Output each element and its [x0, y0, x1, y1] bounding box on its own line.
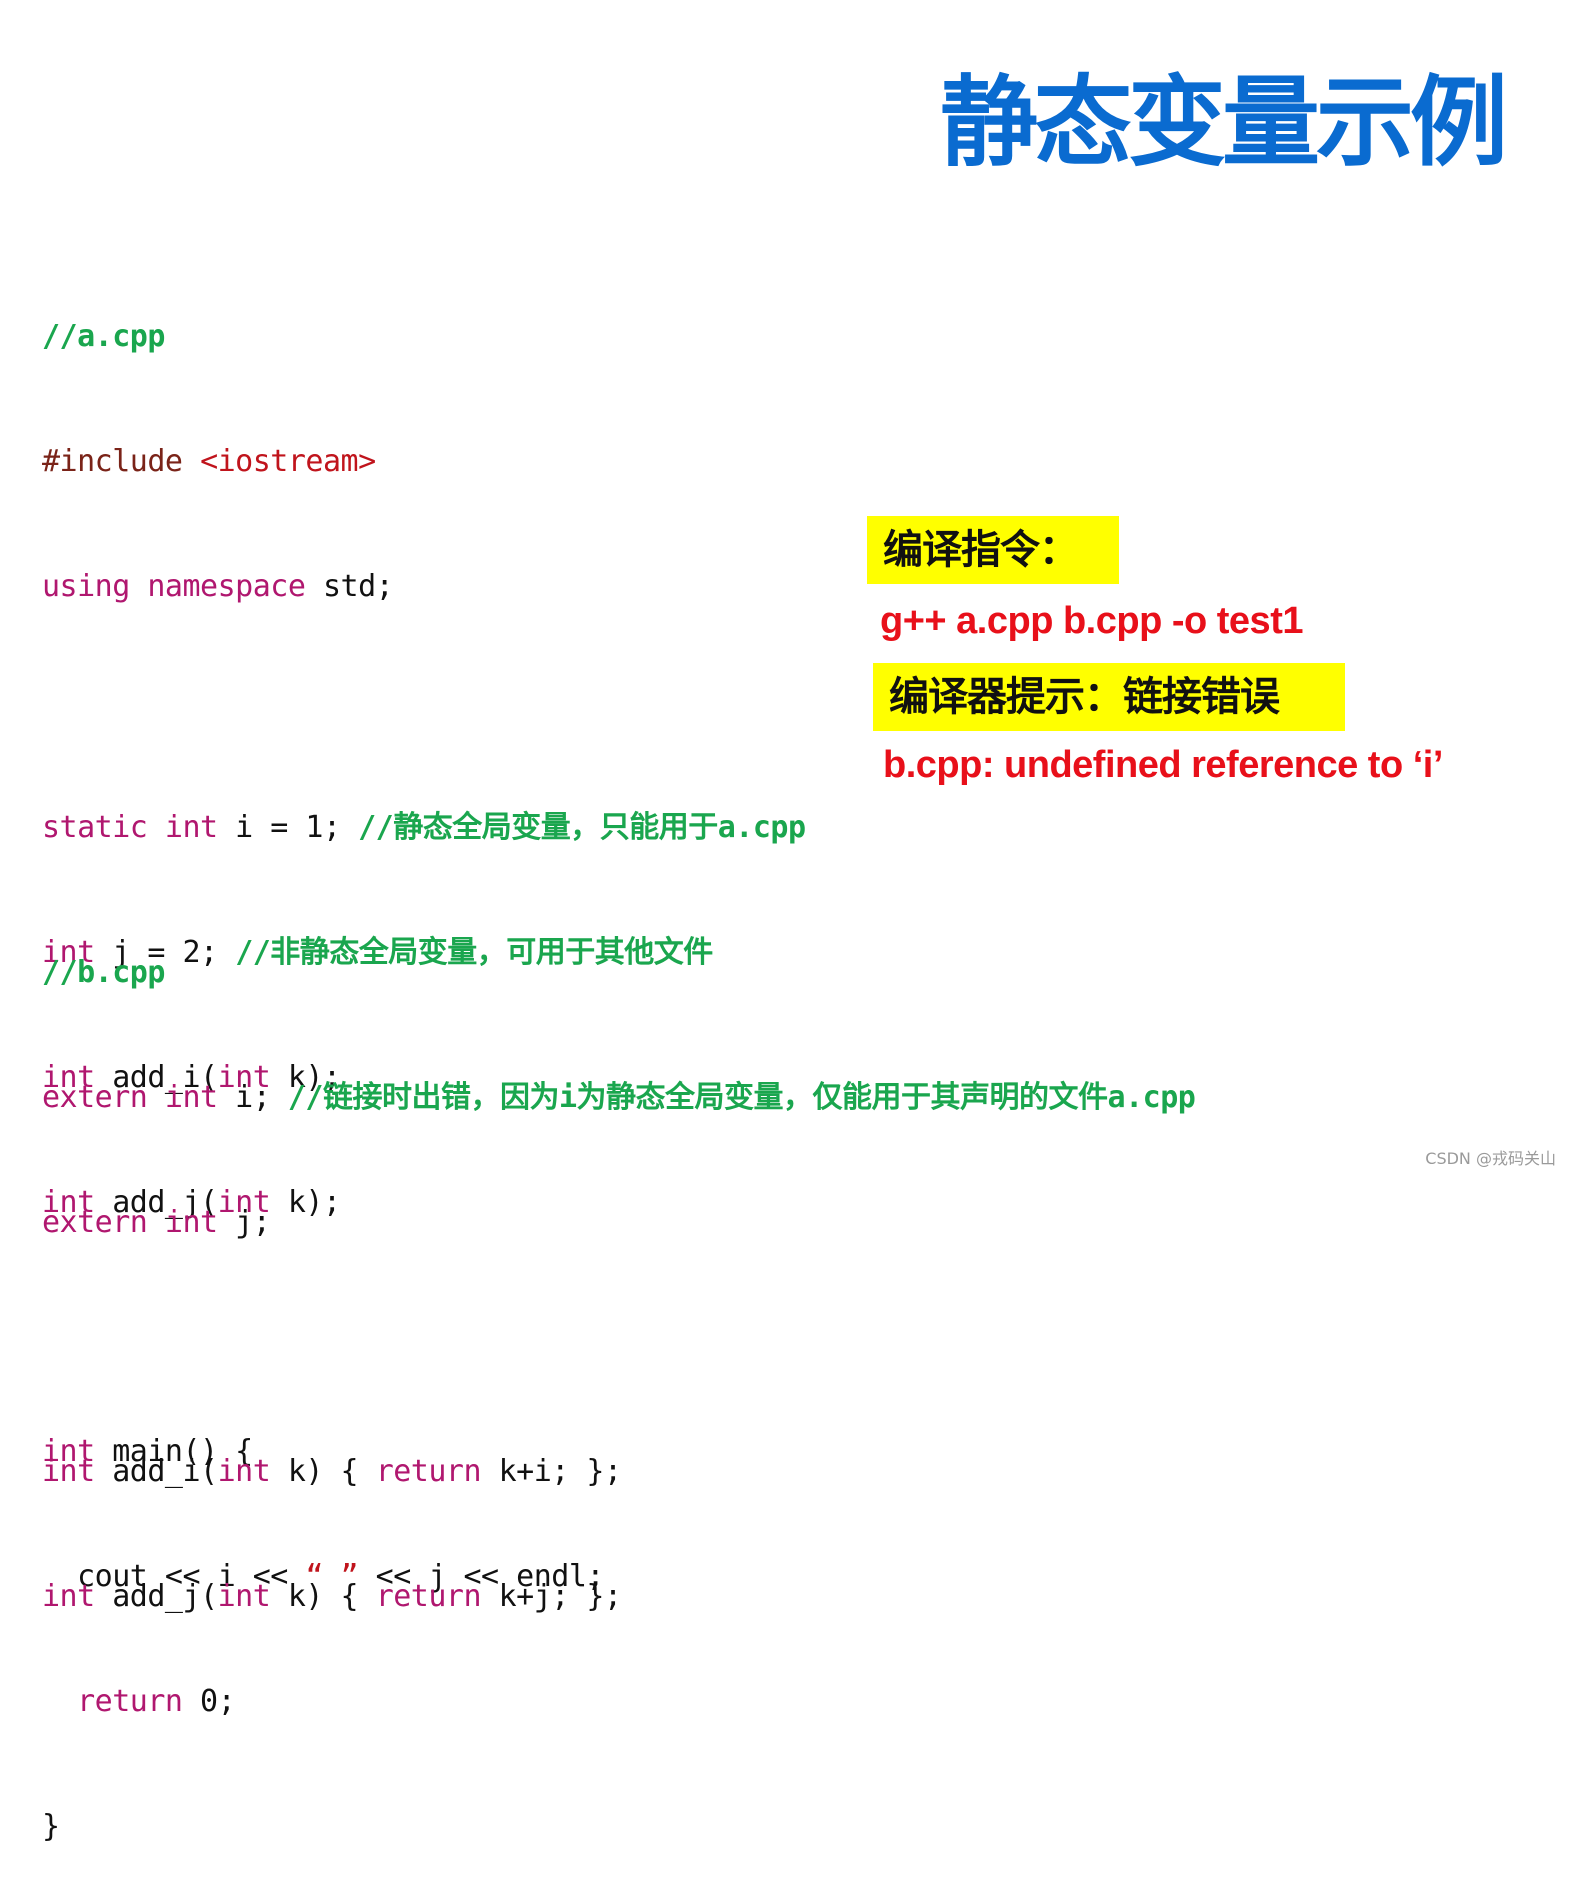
keyword: static int — [42, 810, 218, 846]
compiler-hint-highlight: 编译器提示：链接错误 — [873, 663, 1345, 731]
keyword: int — [217, 1579, 271, 1615]
code-line-close-brace: } — [42, 1806, 806, 1848]
code-line-b-header: //b.cpp — [42, 952, 1195, 994]
code-line-def-add-i: int add_i(int k) { return k+i; }; — [42, 1451, 1195, 1493]
code-text: std; — [305, 568, 394, 604]
code-text: add_i( — [94, 1454, 218, 1490]
code-text: j; — [217, 1204, 271, 1240]
keyword: extern int — [42, 1204, 218, 1240]
code-line-extern-j: extern int j; — [42, 1202, 1195, 1244]
page-title: 静态变量示例 — [940, 66, 1508, 180]
keyword: return — [375, 1454, 482, 1490]
code-text: } — [42, 1808, 60, 1844]
code-text: 0; — [182, 1683, 236, 1719]
comment: //静态全局变量，只能用于a.cpp — [358, 810, 806, 846]
compile-command: g++ a.cpp b.cpp -o test1 — [880, 600, 1303, 642]
code-line-extern-i: extern int i; //链接时出错，因为i为静态全局变量，仅能用于其声明… — [42, 1077, 1196, 1119]
code-line-return: return 0; — [42, 1681, 806, 1723]
comment: //a.cpp — [42, 319, 165, 355]
code-block-b-cpp: //b.cpp extern int i; //链接时出错，因为i为静态全局变量… — [42, 869, 1196, 1659]
comment: //b.cpp — [42, 955, 165, 991]
include-target: <iostream> — [200, 443, 376, 479]
compile-label-highlight: 编译指令： — [867, 516, 1119, 584]
keyword: int — [42, 1454, 95, 1490]
code-line-static-i: static int i = 1; //静态全局变量，只能用于a.cpp — [42, 807, 806, 849]
code-line-using: using namespace std; — [42, 566, 806, 608]
code-text: k) { — [270, 1454, 376, 1490]
code-text: i = 1; — [217, 810, 359, 846]
comment: //链接时出错，因为i为静态全局变量，仅能用于其声明的文件a.cpp — [287, 1079, 1196, 1115]
keyword: int — [217, 1454, 271, 1490]
keyword: return — [77, 1683, 183, 1719]
code-text: k+i; }; — [481, 1454, 622, 1490]
error-message: b.cpp: undefined reference to ‘i’ — [883, 744, 1443, 786]
keyword: using namespace — [42, 568, 306, 604]
keyword: int — [42, 1579, 95, 1615]
watermark: CSDN @戎码关山 — [1425, 1149, 1556, 1168]
code-text: k) { — [270, 1579, 376, 1615]
code-line-include: #include <iostream> — [42, 441, 806, 483]
code-text: i; — [217, 1079, 288, 1115]
code-line-def-add-j: int add_j(int k) { return k+j; }; — [42, 1576, 1195, 1618]
keyword: return — [375, 1579, 482, 1615]
code-text: add_j( — [94, 1579, 218, 1615]
preprocessor-directive: #include — [42, 443, 183, 479]
code-line-a-header: //a.cpp — [42, 316, 806, 358]
keyword: extern int — [42, 1079, 218, 1115]
code-text: k+j; }; — [481, 1579, 622, 1615]
